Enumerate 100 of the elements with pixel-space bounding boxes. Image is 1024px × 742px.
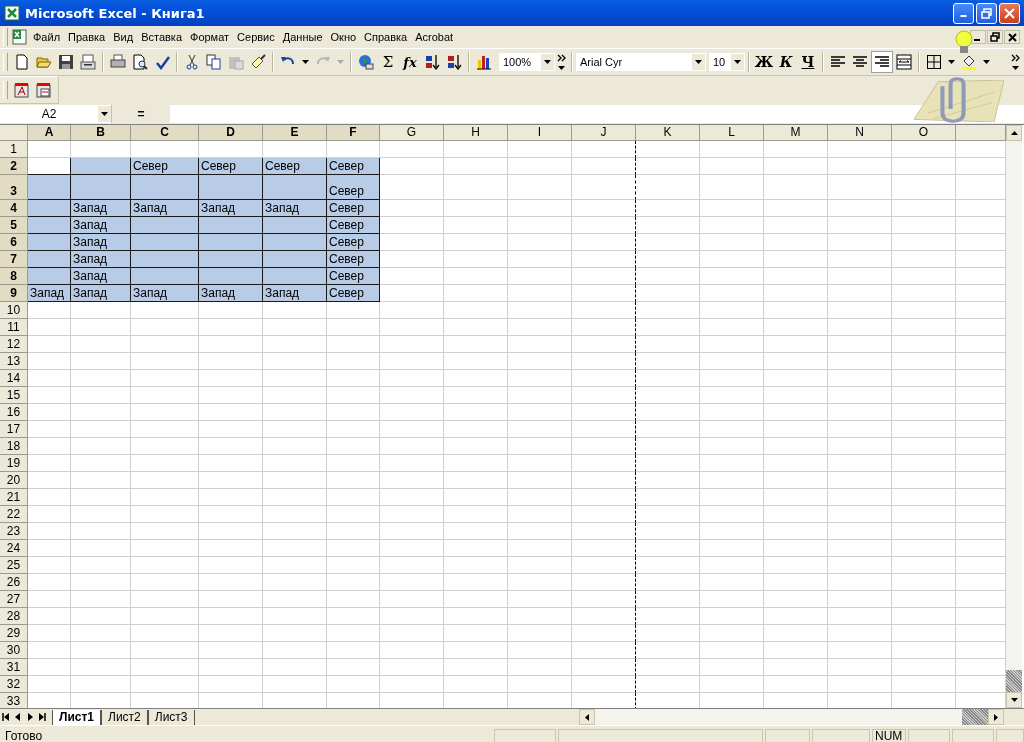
row-header[interactable]: 11 (0, 319, 28, 336)
table-cell[interactable]: Запад (199, 285, 263, 302)
column-header[interactable]: O (892, 125, 956, 141)
table-cell[interactable]: Север (327, 158, 380, 175)
autosum-button[interactable]: Σ (377, 51, 399, 73)
row-header[interactable]: 8 (0, 268, 28, 285)
column-header[interactable]: N (828, 125, 892, 141)
row-header[interactable]: 23 (0, 523, 28, 540)
table-cell[interactable]: Запад (71, 234, 131, 251)
table-cell[interactable]: Запад (28, 285, 71, 302)
table-cell[interactable]: Запад (199, 200, 263, 217)
table-cell[interactable]: Запад (71, 217, 131, 234)
column-header[interactable]: E (263, 125, 327, 141)
row-header[interactable]: 7 (0, 251, 28, 268)
menu-item[interactable]: Правка (64, 29, 110, 45)
table-cell[interactable]: Запад (131, 285, 199, 302)
row-header[interactable]: 5 (0, 217, 28, 234)
dropdown-arrow-icon[interactable] (302, 60, 309, 64)
scroll-thumb[interactable] (1006, 670, 1022, 692)
row-header[interactable]: 25 (0, 557, 28, 574)
zoom-dropdown[interactable]: 100% (499, 53, 555, 71)
table-cell[interactable]: Север (327, 251, 380, 268)
table-cell[interactable]: Север (327, 285, 380, 302)
menu-item[interactable]: Формат (186, 29, 234, 45)
row-header[interactable]: 12 (0, 336, 28, 353)
column-header[interactable]: L (700, 125, 764, 141)
close-button[interactable] (1004, 30, 1020, 44)
scroll-thumb[interactable] (962, 709, 988, 725)
column-header[interactable]: H (444, 125, 508, 141)
sheet-tab[interactable]: Лист3 (147, 709, 195, 725)
row-header[interactable]: 28 (0, 608, 28, 625)
menu-item[interactable]: Файл (29, 29, 65, 45)
row-header[interactable]: 32 (0, 676, 28, 693)
table-cell[interactable]: Запад (263, 285, 327, 302)
table-cell[interactable]: Запад (131, 200, 199, 217)
font-dropdown[interactable]: Arial Cyr (576, 53, 706, 71)
row-header[interactable]: 13 (0, 353, 28, 370)
insert-function-button[interactable]: fx (399, 51, 421, 73)
row-header[interactable]: 26 (0, 574, 28, 591)
horizontal-scrollbar[interactable] (578, 709, 1004, 725)
row-header[interactable]: 1 (0, 141, 28, 158)
vertical-scrollbar[interactable] (1006, 125, 1022, 708)
column-header[interactable]: M (764, 125, 828, 141)
dropdown-arrow-icon[interactable] (948, 60, 955, 64)
menu-item[interactable]: Данные (278, 29, 327, 45)
column-header[interactable]: F (327, 125, 380, 141)
font-size-dropdown[interactable]: 10 (709, 53, 745, 71)
table-cell[interactable]: Север (327, 268, 380, 285)
column-header[interactable]: B (71, 125, 131, 141)
table-cell[interactable]: Север (199, 158, 263, 175)
sheet-tab[interactable]: Лист1 (52, 709, 102, 725)
menu-item[interactable]: Вставка (137, 29, 186, 45)
row-header[interactable]: 19 (0, 455, 28, 472)
table-cell[interactable]: Запад (71, 251, 131, 268)
row-header[interactable]: 4 (0, 200, 28, 217)
row-header[interactable]: 9 (0, 285, 28, 302)
table-cell[interactable]: Север (263, 158, 327, 175)
column-header[interactable]: C (131, 125, 199, 141)
menu-item[interactable]: Справка (360, 29, 412, 45)
restore-button[interactable] (987, 30, 1003, 44)
table-cell[interactable]: Запад (71, 200, 131, 217)
row-header[interactable]: 30 (0, 642, 28, 659)
scroll-right-icon[interactable] (994, 713, 998, 721)
first-sheet-button[interactable] (0, 710, 12, 724)
row-header[interactable]: 29 (0, 625, 28, 642)
align-right-icon[interactable] (871, 51, 893, 73)
select-all-button[interactable] (0, 125, 28, 141)
underline-button[interactable]: Ч (797, 51, 819, 73)
table-cell[interactable]: Запад (263, 200, 327, 217)
bold-button[interactable]: Ж (753, 51, 775, 73)
scroll-left-icon[interactable] (584, 713, 589, 721)
row-header[interactable]: 33 (0, 693, 28, 708)
formula-input[interactable] (170, 105, 1024, 123)
workbook-icon[interactable] (11, 28, 29, 46)
menu-item[interactable]: Сервис (233, 29, 279, 45)
row-header[interactable]: 17 (0, 421, 28, 438)
dropdown-arrow-icon[interactable] (983, 60, 990, 64)
table-cell[interactable]: Север (327, 175, 380, 200)
name-box[interactable]: A2 (0, 105, 112, 123)
merge-center-icon[interactable] (893, 51, 915, 73)
column-header[interactable]: I (508, 125, 572, 141)
scroll-down-icon[interactable] (1010, 698, 1018, 702)
column-header[interactable]: A (28, 125, 71, 141)
menu-item[interactable]: Окно (326, 29, 361, 45)
row-header[interactable]: 22 (0, 506, 28, 523)
row-header[interactable]: 2 (0, 158, 28, 175)
menu-item[interactable]: Acrobat (411, 29, 458, 45)
table-cell[interactable]: Север (327, 200, 380, 217)
row-header[interactable]: 14 (0, 370, 28, 387)
row-header[interactable]: 21 (0, 489, 28, 506)
table-cell[interactable]: Север (327, 234, 380, 251)
column-header[interactable]: J (572, 125, 636, 141)
row-header[interactable]: 20 (0, 472, 28, 489)
row-header[interactable]: 27 (0, 591, 28, 608)
permission-icon[interactable] (77, 51, 99, 73)
row-header[interactable]: 10 (0, 302, 28, 319)
row-header[interactable]: 18 (0, 438, 28, 455)
row-header[interactable]: 6 (0, 234, 28, 251)
table-cell[interactable]: Север (131, 158, 199, 175)
column-header[interactable]: D (199, 125, 263, 141)
